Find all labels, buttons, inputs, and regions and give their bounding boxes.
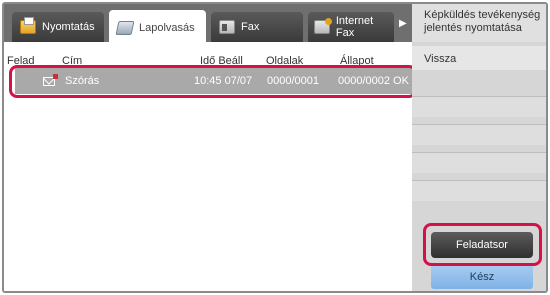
tab-fax[interactable]: Fax — [211, 12, 303, 42]
back-button[interactable]: Vissza — [412, 46, 546, 70]
activity-report-print-button[interactable]: Képküldés tevékenység jelentés nyomtatás… — [412, 4, 546, 42]
empty-side-button — [412, 180, 546, 201]
tab-print-label: Nyomtatás — [42, 21, 95, 33]
tab-fax-label: Fax — [241, 21, 260, 33]
chevron-right-icon[interactable]: ▶ — [399, 18, 407, 29]
empty-side-button — [412, 152, 546, 173]
empty-side-button — [412, 96, 546, 117]
scanner-icon — [115, 21, 135, 35]
empty-side-button — [412, 124, 546, 145]
internet-fax-icon — [314, 18, 332, 34]
tab-print[interactable]: Nyomtatás — [12, 12, 104, 42]
tab-internet-fax-label: Internet Fax — [335, 15, 374, 39]
right-side-panel: Képküldés tevékenység jelentés nyomtatás… — [412, 4, 546, 291]
job-queue-highlight-frame — [423, 223, 542, 266]
printer-icon — [20, 17, 36, 34]
job-list-panel: Felad Cím Idő Beáll Oldalak Állapot Szór… — [4, 42, 417, 291]
fax-icon — [219, 20, 235, 34]
mode-tab-bar: Nyomtatás Lapolvasás Fax Internet Fax ▶ — [4, 4, 412, 46]
tab-scan[interactable]: Lapolvasás — [109, 10, 206, 46]
row-highlight-frame — [9, 65, 417, 98]
tab-internet-fax[interactable]: Internet Fax — [308, 12, 394, 42]
tab-scan-label: Lapolvasás — [139, 22, 195, 34]
done-button[interactable]: Kész — [431, 264, 533, 289]
